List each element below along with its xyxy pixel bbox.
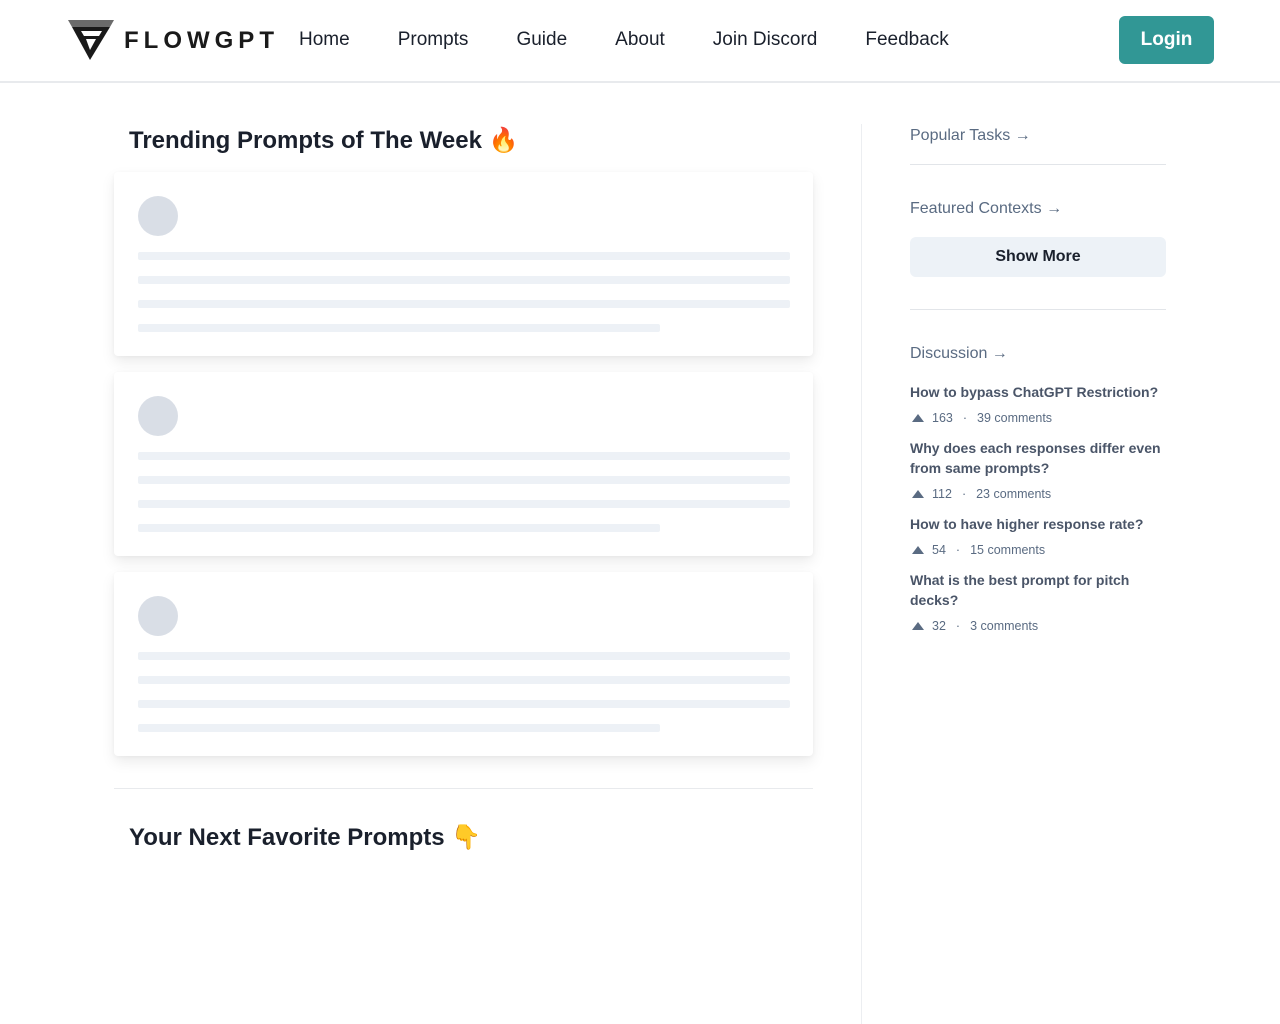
prompt-card-skeleton	[114, 172, 813, 356]
sidebar-divider	[910, 309, 1166, 310]
skeleton-line	[138, 300, 790, 308]
discussion-meta: 163 · 39 comments	[910, 410, 1166, 426]
vote-count: 163	[932, 411, 953, 425]
nav-feedback[interactable]: Feedback	[865, 28, 948, 52]
skeleton-line	[138, 476, 790, 484]
skeleton-avatar	[138, 396, 178, 436]
skeleton-line	[138, 452, 790, 460]
discussion-item: How to have higher response rate? 54 · 1…	[910, 514, 1166, 558]
featured-contexts-link[interactable]: Featured Contexts →	[910, 200, 1062, 218]
vote-count: 32	[932, 619, 946, 633]
separator-dot: ·	[955, 543, 961, 557]
brand-name: FLOWGPT	[124, 27, 279, 54]
flowgpt-logo-icon	[68, 18, 114, 65]
nav-about[interactable]: About	[615, 28, 665, 52]
nav-home[interactable]: Home	[299, 28, 350, 52]
skeleton-line	[138, 324, 660, 332]
nav-join-discord[interactable]: Join Discord	[713, 28, 818, 52]
discussion-meta: 112 · 23 comments	[910, 486, 1166, 502]
discussion-item: What is the best prompt for pitch decks?…	[910, 570, 1166, 634]
discussion-link[interactable]: Discussion →	[910, 345, 1008, 363]
discussion-title[interactable]: How to bypass ChatGPT Restriction?	[910, 382, 1166, 402]
discussion-title[interactable]: What is the best prompt for pitch decks?	[910, 570, 1166, 610]
skeleton-line	[138, 700, 790, 708]
nav-guide[interactable]: Guide	[516, 28, 567, 52]
popular-tasks-link[interactable]: Popular Tasks →	[910, 127, 1031, 145]
discussion-meta: 54 · 15 comments	[910, 542, 1166, 558]
sidebar-divider	[910, 164, 1166, 165]
prompt-card-skeleton	[114, 572, 813, 756]
trending-prompts-title: Trending Prompts of The Week 🔥	[129, 127, 519, 154]
discussion-list: How to bypass ChatGPT Restriction? 163 ·…	[910, 382, 1166, 646]
login-button[interactable]: Login	[1119, 16, 1214, 64]
upvote-icon[interactable]	[912, 490, 924, 498]
skeleton-line	[138, 524, 660, 532]
separator-dot: ·	[961, 487, 967, 501]
skeleton-avatar	[138, 196, 178, 236]
skeleton-line	[138, 252, 790, 260]
discussion-title[interactable]: Why does each responses differ even from…	[910, 438, 1166, 478]
discussion-title[interactable]: How to have higher response rate?	[910, 514, 1166, 534]
brand-logo[interactable]: FLOWGPT	[68, 18, 279, 65]
nav-prompts[interactable]: Prompts	[398, 28, 469, 52]
comment-count[interactable]: 39 comments	[977, 411, 1052, 425]
comment-count[interactable]: 3 comments	[970, 619, 1038, 633]
top-header: FLOWGPT Home Prompts Guide About Join Di…	[0, 0, 1280, 83]
separator-dot: ·	[962, 411, 968, 425]
skeleton-line	[138, 276, 790, 284]
comment-count[interactable]: 23 comments	[976, 487, 1051, 501]
discussion-meta: 32 · 3 comments	[910, 618, 1166, 634]
upvote-icon[interactable]	[912, 622, 924, 630]
vote-count: 112	[932, 487, 952, 501]
discussion-item: How to bypass ChatGPT Restriction? 163 ·…	[910, 382, 1166, 426]
column-divider	[861, 124, 862, 1024]
vote-count: 54	[932, 543, 946, 557]
main-nav: Home Prompts Guide About Join Discord Fe…	[299, 28, 997, 52]
comment-count[interactable]: 15 comments	[970, 543, 1045, 557]
upvote-icon[interactable]	[912, 414, 924, 422]
skeleton-line	[138, 500, 790, 508]
section-divider	[114, 788, 813, 789]
skeleton-line	[138, 676, 790, 684]
discussion-item: Why does each responses differ even from…	[910, 438, 1166, 502]
favorite-prompts-title: Your Next Favorite Prompts 👇	[129, 824, 482, 851]
show-more-button[interactable]: Show More	[910, 237, 1166, 277]
skeleton-line	[138, 724, 660, 732]
separator-dot: ·	[955, 619, 961, 633]
skeleton-line	[138, 652, 790, 660]
upvote-icon[interactable]	[912, 546, 924, 554]
skeleton-avatar	[138, 596, 178, 636]
prompt-card-skeleton	[114, 372, 813, 556]
